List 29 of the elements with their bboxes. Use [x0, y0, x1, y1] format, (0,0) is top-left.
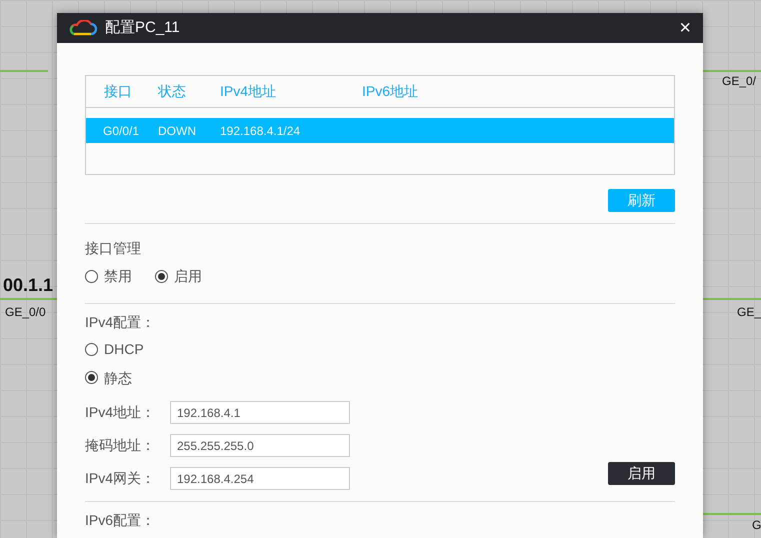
apply-button[interactable]: 启用	[608, 462, 675, 485]
close-button[interactable]: ×	[679, 18, 691, 38]
section-label: IPv4配置：	[85, 313, 156, 332]
input-field[interactable]: 192.168.4.254	[170, 467, 350, 490]
radio-option[interactable]: 禁用	[85, 266, 132, 286]
input-field[interactable]: 255.255.255.0	[170, 434, 350, 457]
field-label: 掩码地址：	[85, 436, 156, 455]
input-field[interactable]: 192.168.4.1	[170, 401, 350, 424]
radio-option[interactable]: 启用	[155, 266, 202, 286]
port-label: GE_0/0	[5, 304, 46, 321]
column-header: IPv6地址	[362, 82, 420, 101]
radio-option[interactable]: 静态	[85, 368, 132, 388]
port-label: GE_0/	[722, 73, 756, 90]
table-cell: DOWN	[158, 124, 196, 138]
table-cell: G0/0/1	[103, 124, 140, 138]
field-label: IPv4地址：	[85, 403, 156, 422]
section-label: IPv6配置：	[85, 511, 156, 530]
window-title: 配置PC_11	[105, 18, 180, 38]
address-label: 00.1.1	[3, 274, 54, 297]
radio-option[interactable]: DHCP	[85, 339, 144, 359]
field-label: IPv4网关：	[85, 469, 156, 488]
cloud-logo-icon	[69, 20, 97, 36]
section-label: 接口管理	[85, 239, 142, 258]
column-header: 状态	[158, 82, 187, 101]
port-label: GE_	[737, 304, 761, 321]
port-label: G	[752, 517, 761, 534]
column-header: IPv4地址	[220, 82, 278, 101]
column-header: 接口	[103, 82, 133, 101]
table-cell: 192.168.4.1/24	[220, 124, 300, 138]
